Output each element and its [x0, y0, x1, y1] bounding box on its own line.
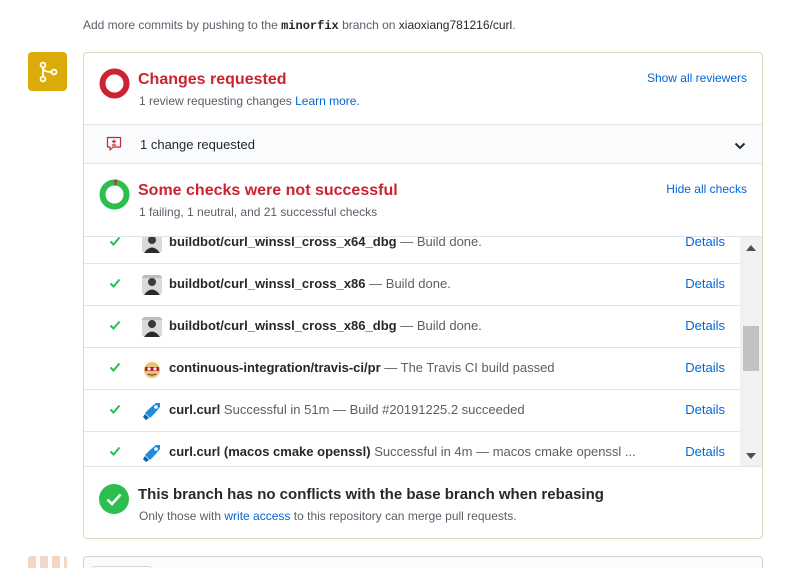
- check-context: continuous-integration/travis-ci/pr — Th…: [169, 360, 555, 375]
- check-icon: [109, 445, 121, 460]
- hint-repo: xiaoxiang781216/curl: [398, 18, 513, 32]
- learn-more-link[interactable]: Learn more.: [295, 94, 360, 108]
- check-context: curl.curl Successful in 51m — Build #201…: [169, 402, 525, 417]
- buildbot-avatar: [142, 275, 162, 295]
- check-description: — The Travis CI build passed: [384, 360, 555, 375]
- check-name: curl.curl (macos cmake openssl): [169, 444, 371, 459]
- check-icon: [109, 403, 121, 418]
- hint-branch: minorfix: [281, 19, 339, 33]
- write-access-link[interactable]: write access: [224, 509, 290, 523]
- details-link[interactable]: Details: [685, 237, 725, 249]
- check-icon: [109, 319, 121, 334]
- hint-middle: branch on: [342, 18, 396, 32]
- details-link[interactable]: Details: [685, 318, 725, 333]
- checks-scrollbar[interactable]: [740, 237, 762, 466]
- scroll-thumb[interactable]: [743, 326, 759, 371]
- checks-title: Some checks were not successful: [138, 182, 398, 199]
- check-row: curl.curl (macos cmake openssl) Successf…: [84, 432, 740, 466]
- merge-status-section: This branch has no conflicts with the ba…: [84, 467, 762, 538]
- check-row: continuous-integration/travis-ci/pr — Th…: [84, 348, 740, 390]
- check-description: — Build done.: [369, 276, 451, 291]
- reviews-subtitle-text: 1 review requesting changes: [139, 94, 292, 108]
- merge-subtitle: Only those with write access to this rep…: [139, 509, 517, 523]
- merge-box: Changes requested 1 review requesting ch…: [83, 52, 763, 539]
- check-row: curl.curl Successful in 51m — Build #201…: [84, 390, 740, 432]
- merge-sub-suffix: to this repository can merge pull reques…: [293, 509, 517, 523]
- hide-all-checks-link[interactable]: Hide all checks: [666, 182, 747, 196]
- travis-avatar: [142, 359, 162, 379]
- buildbot-avatar: [142, 317, 162, 337]
- check-context: buildbot/curl_winssl_cross_x86_dbg — Bui…: [169, 318, 482, 333]
- check-icon: [109, 277, 121, 292]
- reviews-subtitle: 1 review requesting changes Learn more.: [139, 94, 360, 108]
- merge-sub-prefix: Only those with: [139, 509, 222, 523]
- check-context: buildbot/curl_winssl_cross_x64_dbg — Bui…: [169, 236, 482, 249]
- next-comment-box: [83, 556, 763, 568]
- reviews-title: Changes requested: [138, 71, 287, 88]
- checks-subtitle: 1 failing, 1 neutral, and 21 successful …: [139, 205, 378, 219]
- comment-diff-icon: [106, 136, 122, 155]
- details-link[interactable]: Details: [685, 360, 725, 375]
- check-name: continuous-integration/travis-ci/pr: [169, 360, 381, 375]
- check-context: buildbot/curl_winssl_cross_x86 — Build d…: [169, 276, 451, 291]
- check-name: buildbot/curl_winssl_cross_x64_dbg: [169, 236, 397, 249]
- merge-title: This branch has no conflicts with the ba…: [138, 486, 604, 503]
- details-link[interactable]: Details: [685, 276, 725, 291]
- checks-section: Some checks were not successful 1 failin…: [84, 164, 762, 236]
- changes-requested-icon: [99, 68, 130, 102]
- change-requested-toggle[interactable]: 1 change requested: [84, 125, 762, 164]
- azure-pipelines-icon: [142, 401, 162, 421]
- check-name: buildbot/curl_winssl_cross_x86: [169, 276, 366, 291]
- push-hint: Add more commits by pushing to the minor…: [83, 18, 516, 33]
- reviews-section: Changes requested 1 review requesting ch…: [84, 53, 762, 125]
- checks-status-icon: [99, 179, 130, 213]
- check-context: curl.curl (macos cmake openssl) Successf…: [169, 444, 636, 459]
- chevron-down-icon: [734, 139, 746, 154]
- check-name: curl.curl: [169, 402, 221, 417]
- scroll-down-arrow-icon[interactable]: [746, 453, 756, 459]
- avatar: [28, 556, 67, 568]
- check-row: buildbot/curl_winssl_cross_x64_dbg — Bui…: [84, 236, 740, 264]
- change-requested-label: 1 change requested: [140, 137, 255, 152]
- check-description: — Build done.: [400, 318, 482, 333]
- check-icon: [109, 237, 121, 250]
- hint-suffix: .: [512, 18, 516, 32]
- details-link[interactable]: Details: [685, 402, 725, 417]
- scroll-up-arrow-icon[interactable]: [746, 245, 756, 251]
- git-merge-icon: [28, 52, 67, 91]
- show-all-reviewers-link[interactable]: Show all reviewers: [647, 71, 747, 85]
- check-description: Successful in 4m — macos cmake openssl .…: [374, 444, 636, 459]
- check-row: buildbot/curl_winssl_cross_x86_dbg — Bui…: [84, 306, 740, 348]
- check-name: buildbot/curl_winssl_cross_x86_dbg: [169, 318, 397, 333]
- details-link[interactable]: Details: [685, 444, 725, 459]
- buildbot-avatar: [142, 237, 162, 253]
- hint-prefix: Add more commits by pushing to the: [83, 18, 278, 32]
- check-description: Successful in 51m — Build #20191225.2 su…: [223, 402, 525, 417]
- check-description: — Build done.: [400, 236, 482, 249]
- azure-pipelines-icon: [142, 443, 162, 463]
- checks-list[interactable]: buildbot/curl_winssl_cross_x64_dbg — Bui…: [84, 236, 762, 467]
- check-icon: [109, 361, 121, 376]
- check-circle-icon: [99, 484, 129, 517]
- check-row: buildbot/curl_winssl_cross_x86 — Build d…: [84, 264, 740, 306]
